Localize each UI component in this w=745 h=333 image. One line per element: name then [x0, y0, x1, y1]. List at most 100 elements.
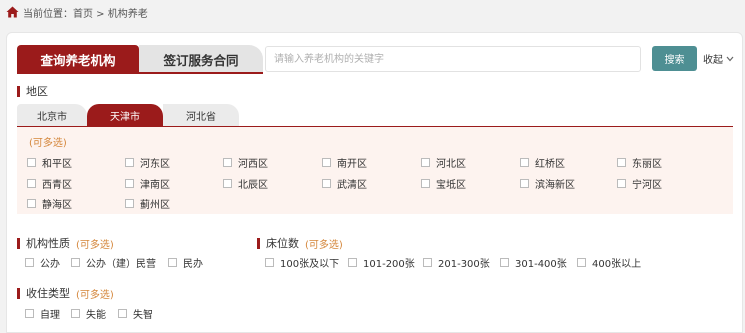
nature-section-title: 机构性质 (可多选)	[17, 235, 114, 251]
checkbox-district[interactable]: 河北区	[421, 155, 466, 170]
checkbox-intake[interactable]: 自理	[25, 306, 60, 321]
intake-title: 收住类型	[26, 287, 70, 300]
checkbox-nature[interactable]: 民办	[168, 255, 203, 270]
checkbox[interactable]	[322, 158, 331, 167]
checkbox[interactable]	[500, 258, 509, 267]
checkbox[interactable]	[421, 179, 430, 188]
checkbox[interactable]	[118, 309, 127, 318]
district-panel: (可多选) 和平区 河东区 河西区 南开区 河北区 红桥区 东丽区 西青区 津南…	[17, 126, 733, 214]
checkbox-beds[interactable]: 101-200张	[348, 255, 415, 270]
district-label: 武清区	[337, 180, 367, 191]
checkbox[interactable]	[520, 179, 529, 188]
checkbox[interactable]	[617, 158, 626, 167]
district-label: 津南区	[140, 180, 170, 191]
checkbox-beds[interactable]: 400张以上	[577, 255, 641, 270]
tab-sign-contract[interactable]: 签订服务合同	[139, 45, 263, 73]
district-label: 蓟州区	[140, 200, 170, 211]
option-label: 公办（建）民营	[86, 259, 156, 270]
checkbox[interactable]	[265, 258, 274, 267]
checkbox-district[interactable]: 河东区	[125, 155, 170, 170]
checkbox-district[interactable]: 津南区	[125, 176, 170, 191]
checkbox[interactable]	[25, 309, 34, 318]
checkbox-district[interactable]: 红桥区	[520, 155, 565, 170]
tab-province-beijing[interactable]: 北京市	[17, 104, 87, 126]
option-label: 101-200张	[363, 259, 415, 270]
district-label: 南开区	[337, 159, 367, 170]
checkbox-nature[interactable]: 公办（建）民营	[71, 255, 156, 270]
checkbox-district[interactable]: 武清区	[322, 176, 367, 191]
checkbox-nature[interactable]: 公办	[25, 255, 60, 270]
option-label: 失能	[86, 310, 106, 321]
checkbox[interactable]	[322, 179, 331, 188]
checkbox[interactable]	[125, 158, 134, 167]
checkbox-district[interactable]: 南开区	[322, 155, 367, 170]
district-label: 河东区	[140, 159, 170, 170]
option-label: 民办	[183, 259, 203, 270]
checkbox[interactable]	[168, 258, 177, 267]
checkbox-district[interactable]: 宝坻区	[421, 176, 466, 191]
search-input[interactable]	[265, 46, 641, 72]
section-marker	[17, 287, 20, 299]
beds-hint: (可多选)	[305, 239, 343, 251]
checkbox[interactable]	[423, 258, 432, 267]
search-button[interactable]: 搜索	[652, 46, 697, 71]
chevron-down-icon	[726, 56, 734, 61]
option-label: 失智	[133, 310, 153, 321]
checkbox-beds[interactable]: 301-400张	[500, 255, 567, 270]
tab-query-institutions[interactable]: 查询养老机构	[17, 45, 139, 73]
checkbox[interactable]	[27, 158, 36, 167]
checkbox[interactable]	[348, 258, 357, 267]
checkbox-district[interactable]: 西青区	[27, 176, 72, 191]
district-hint: (可多选)	[29, 138, 67, 149]
district-label: 河西区	[238, 159, 268, 170]
checkbox[interactable]	[223, 179, 232, 188]
search-panel: 查询养老机构 签订服务合同 搜索 收起 地区 北京市 天津市 河北省 (可多选)…	[6, 32, 743, 333]
region-section-title: 地区	[17, 83, 48, 99]
checkbox[interactable]	[223, 158, 232, 167]
checkbox-district[interactable]: 河西区	[223, 155, 268, 170]
option-label: 100张及以下	[280, 259, 340, 270]
district-label: 西青区	[42, 180, 72, 191]
checkbox-beds[interactable]: 201-300张	[423, 255, 490, 270]
checkbox[interactable]	[577, 258, 586, 267]
checkbox[interactable]	[27, 199, 36, 208]
intake-section-title: 收住类型 (可多选)	[17, 285, 114, 301]
checkbox[interactable]	[125, 199, 134, 208]
home-icon	[6, 6, 19, 18]
district-label: 北辰区	[238, 180, 268, 191]
tab-province-hebei[interactable]: 河北省	[163, 104, 239, 126]
checkbox[interactable]	[520, 158, 529, 167]
beds-title: 床位数	[266, 237, 299, 250]
checkbox-district[interactable]: 东丽区	[617, 155, 662, 170]
tab-underline	[17, 72, 263, 74]
district-label: 静海区	[42, 200, 72, 211]
nature-hint: (可多选)	[76, 239, 114, 251]
checkbox[interactable]	[25, 258, 34, 267]
district-label: 宁河区	[632, 180, 662, 191]
option-label: 公办	[40, 259, 60, 270]
checkbox[interactable]	[617, 179, 626, 188]
checkbox[interactable]	[71, 309, 80, 318]
option-label: 301-400张	[515, 259, 567, 270]
checkbox-beds[interactable]: 100张及以下	[265, 255, 339, 270]
checkbox-intake[interactable]: 失能	[71, 306, 106, 321]
tab-province-tianjin[interactable]: 天津市	[87, 104, 163, 126]
district-label: 东丽区	[632, 159, 662, 170]
checkbox[interactable]	[71, 258, 80, 267]
checkbox-district[interactable]: 滨海新区	[520, 176, 575, 191]
checkbox[interactable]	[27, 179, 36, 188]
beds-section-title: 床位数 (可多选)	[257, 235, 343, 251]
checkbox[interactable]	[125, 179, 134, 188]
option-label: 400张以上	[592, 259, 642, 270]
checkbox-district[interactable]: 北辰区	[223, 176, 268, 191]
checkbox-district[interactable]: 和平区	[27, 155, 72, 170]
district-label: 宝坻区	[436, 180, 466, 191]
collapse-toggle[interactable]: 收起	[703, 51, 734, 66]
checkbox-intake[interactable]: 失智	[118, 306, 153, 321]
section-marker	[257, 237, 260, 249]
section-marker	[17, 237, 20, 249]
checkbox-district[interactable]: 静海区	[27, 196, 72, 211]
checkbox-district[interactable]: 蓟州区	[125, 196, 170, 211]
checkbox-district[interactable]: 宁河区	[617, 176, 662, 191]
checkbox[interactable]	[421, 158, 430, 167]
